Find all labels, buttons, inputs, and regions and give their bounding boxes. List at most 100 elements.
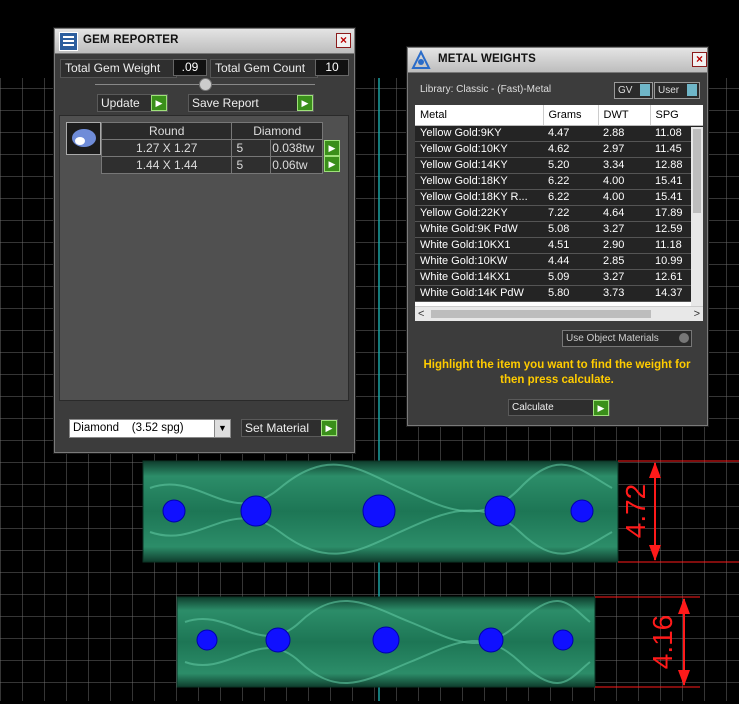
grams-cell: 5.80 xyxy=(543,285,598,302)
table-row[interactable]: Yellow Gold:18KY R... 6.22 4.00 15.41 xyxy=(415,189,703,206)
user-label: User xyxy=(658,85,680,96)
grams-cell: 4.47 xyxy=(543,125,598,142)
total-gem-count-value: 10 xyxy=(315,59,349,76)
gem-stone[interactable] xyxy=(484,495,516,527)
table-row[interactable]: Yellow Gold:18KY 6.22 4.00 15.41 xyxy=(415,173,703,190)
splitter-knob-icon[interactable] xyxy=(199,78,212,91)
dwt-cell: 4.64 xyxy=(598,205,650,222)
user-toggle[interactable]: User xyxy=(654,82,700,99)
lower-ring-band[interactable] xyxy=(176,596,596,688)
grams-cell: 4.62 xyxy=(543,141,598,158)
gem-stone[interactable] xyxy=(552,629,574,651)
gv-toggle[interactable]: GV xyxy=(614,82,653,99)
metal-name-cell: White Gold:9K PdW xyxy=(415,221,543,238)
calculate-label: Calculate xyxy=(512,402,554,413)
gem-stone[interactable] xyxy=(265,627,291,653)
play-icon: ▶ xyxy=(321,420,337,436)
gem-reporter-app-icon xyxy=(59,32,78,51)
grams-cell: 6.22 xyxy=(543,189,598,206)
column-header[interactable]: DWT xyxy=(598,105,651,126)
total-gem-count-label: Total Gem Count xyxy=(210,59,318,78)
metal-name-cell: Yellow Gold:18KY R... xyxy=(415,189,543,206)
grams-cell: 7.22 xyxy=(543,205,598,222)
dim-lower-label: 4.16 xyxy=(647,615,678,670)
table-row[interactable]: 1.27 X 1.27 5 0.038tw xyxy=(100,139,323,157)
select-row-button[interactable]: ▶ xyxy=(324,140,340,156)
dwt-cell: 4.00 xyxy=(598,189,650,206)
horizontal-scrollbar[interactable]: < > xyxy=(415,306,703,321)
dim-upper-label: 4.72 xyxy=(620,484,651,539)
table-row[interactable]: Yellow Gold:9KY 4.47 2.88 11.08 xyxy=(415,125,703,142)
set-material-button[interactable]: Set Material ▶ xyxy=(241,419,338,437)
gem-table-header: Round Diamond xyxy=(100,122,323,140)
table-row[interactable]: Yellow Gold:22KY 7.22 4.64 17.89 xyxy=(415,205,703,222)
grams-cell: 6.22 xyxy=(543,173,598,190)
gem-list-area[interactable]: Round Diamond 1.27 X 1.27 5 0.038tw 1.44… xyxy=(59,115,349,401)
total-gem-weight-value: .09 xyxy=(173,59,207,76)
table-row[interactable]: White Gold:14K PdW 5.80 3.73 14.37 xyxy=(415,285,703,302)
grams-cell: 5.09 xyxy=(543,269,598,286)
table-row[interactable]: 1.44 X 1.44 5 0.06tw xyxy=(100,156,323,174)
grams-cell: 4.44 xyxy=(543,253,598,270)
grams-cell: 5.20 xyxy=(543,157,598,174)
close-icon[interactable]: × xyxy=(336,33,351,48)
header-material: Diamond xyxy=(231,122,323,140)
table-row[interactable]: Yellow Gold:14KY 5.20 3.34 12.88 xyxy=(415,157,703,174)
gem-reporter-panel: GEM REPORTER × Total Gem Weight .09 Tota… xyxy=(54,28,355,453)
metal-table-container[interactable]: Metal Grams DWT SPG Yellow Gold:9KY 4.47 2… xyxy=(415,105,703,321)
table-row[interactable]: Yellow Gold:10KY 4.62 2.97 11.45 xyxy=(415,141,703,158)
vertical-scrollbar[interactable] xyxy=(691,127,703,307)
toggle-indicator-icon xyxy=(687,84,697,96)
column-header[interactable]: Metal xyxy=(415,105,544,126)
gem-stone[interactable] xyxy=(478,627,504,653)
table-row[interactable]: White Gold:10KX1 4.51 2.90 11.18 xyxy=(415,237,703,254)
gem-stone[interactable] xyxy=(570,499,594,523)
table-row[interactable]: White Gold:10KW 4.44 2.85 10.99 xyxy=(415,253,703,270)
play-icon: ▶ xyxy=(593,400,609,416)
metal-name-cell: Yellow Gold:9KY xyxy=(415,125,543,142)
gem-stone[interactable] xyxy=(372,626,400,654)
material-select[interactable]: Diamond (3.52 spg) ▼ xyxy=(69,419,231,438)
chevron-right-icon[interactable]: > xyxy=(694,307,700,321)
toggle-indicator-icon xyxy=(679,333,689,343)
gem-count: 5 xyxy=(231,139,272,157)
total-gem-weight-label: Total Gem Weight xyxy=(60,59,177,78)
gem-stone[interactable] xyxy=(240,495,272,527)
metal-weights-titlebar[interactable]: METAL WEIGHTS × xyxy=(408,48,707,73)
grams-cell: 4.51 xyxy=(543,237,598,254)
gv-label: GV xyxy=(618,85,633,96)
metal-name-cell: White Gold:10KW xyxy=(415,253,543,270)
gem-stone[interactable] xyxy=(196,629,218,651)
metal-name-cell: Yellow Gold:22KY xyxy=(415,205,543,222)
use-object-materials-toggle[interactable]: Use Object Materials xyxy=(562,330,692,347)
hint-text: Highlight the item you want to find the … xyxy=(423,359,691,386)
metal-weights-panel: METAL WEIGHTS × Library: Classic - (Fast… xyxy=(407,47,708,426)
calculate-button[interactable]: Calculate ▶ xyxy=(508,399,610,416)
metal-table-header: Metal Grams DWT SPG xyxy=(415,105,703,126)
scrollbar-thumb[interactable] xyxy=(693,129,701,213)
column-header[interactable]: Grams xyxy=(543,105,599,126)
column-header[interactable]: SPG xyxy=(650,105,703,126)
metal-name-cell: White Gold:14K PdW xyxy=(415,285,543,302)
gem-reporter-titlebar[interactable]: GEM REPORTER × xyxy=(55,29,354,54)
gem-stone[interactable] xyxy=(162,499,186,523)
metal-weights-title: METAL WEIGHTS xyxy=(438,53,537,65)
gem-reporter-title: GEM REPORTER xyxy=(83,34,179,46)
update-label: Update xyxy=(101,96,140,110)
update-button[interactable]: Update ▶ xyxy=(97,94,168,112)
save-report-button[interactable]: Save Report ▶ xyxy=(188,94,314,112)
dwt-cell: 4.00 xyxy=(598,173,650,190)
upper-ring-band[interactable] xyxy=(142,460,619,563)
scrollbar-thumb[interactable] xyxy=(431,310,651,318)
close-icon[interactable]: × xyxy=(692,52,707,67)
select-row-button[interactable]: ▶ xyxy=(324,156,340,172)
table-row[interactable]: White Gold:9K PdW 5.08 3.27 12.59 xyxy=(415,221,703,238)
gem-stone[interactable] xyxy=(362,494,396,528)
chevron-left-icon[interactable]: < xyxy=(418,307,424,321)
metal-weights-app-icon xyxy=(411,49,431,70)
table-row[interactable]: White Gold:14KX1 5.09 3.27 12.61 xyxy=(415,269,703,286)
set-material-label: Set Material xyxy=(245,421,310,435)
gem-table: Round Diamond 1.27 X 1.27 5 0.038tw 1.44… xyxy=(100,122,323,174)
dwt-cell: 3.73 xyxy=(598,285,650,302)
dwt-cell: 2.85 xyxy=(598,253,650,270)
